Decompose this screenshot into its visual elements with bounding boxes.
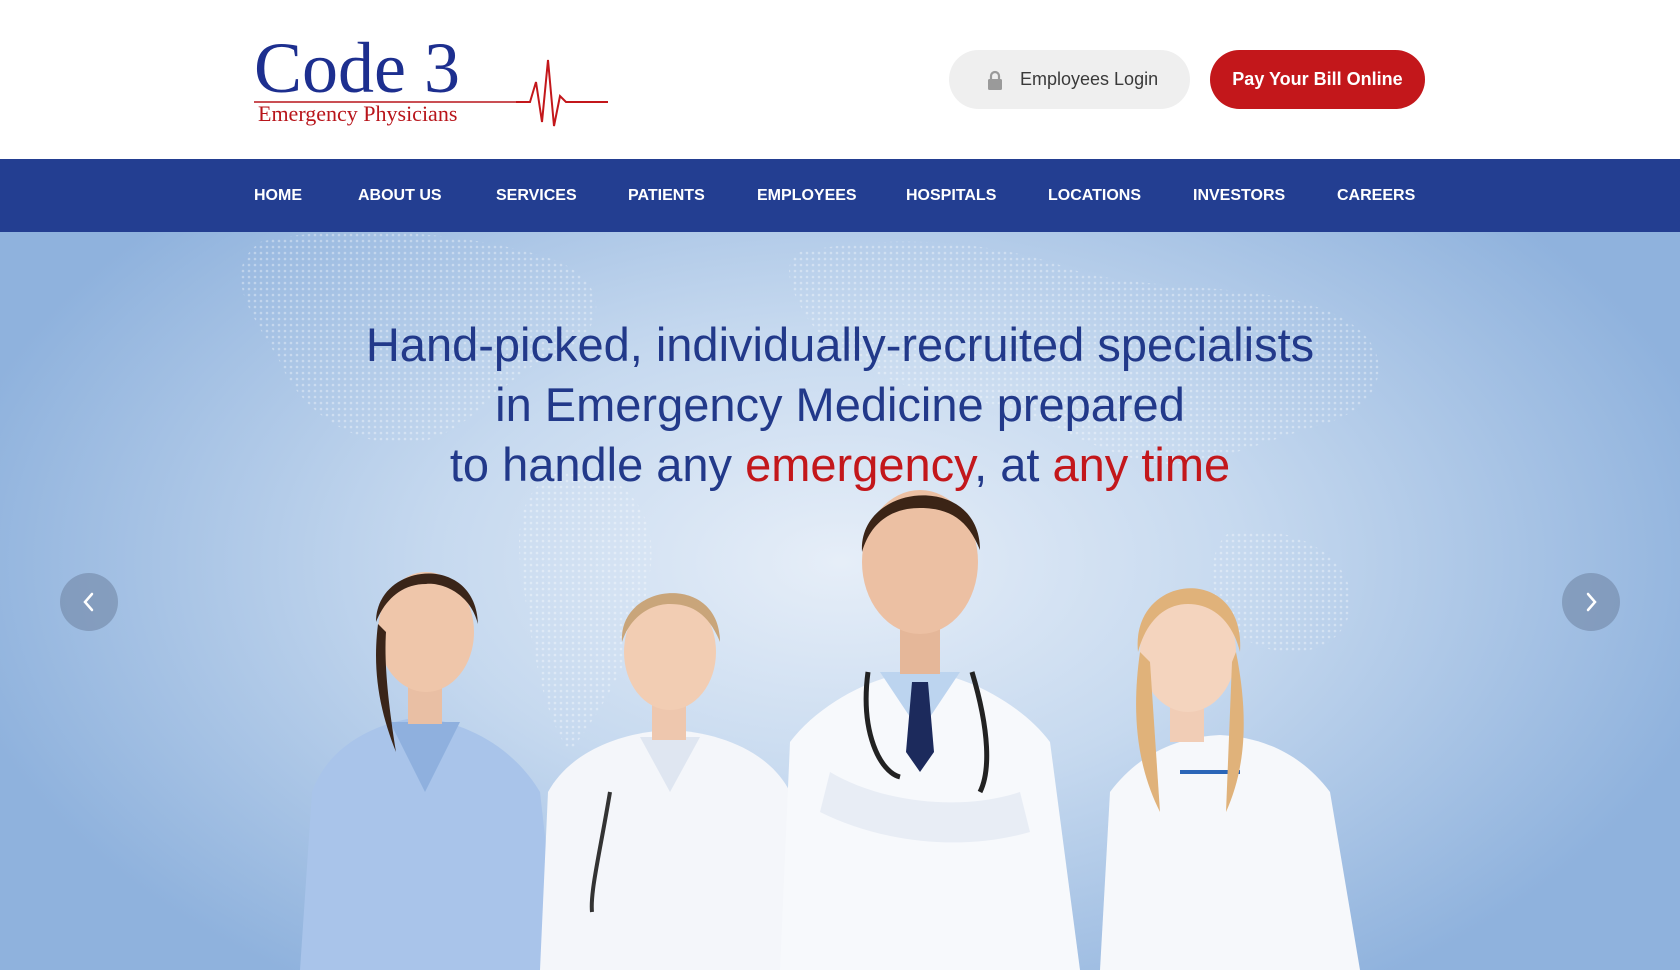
nav-item-about-us[interactable]: ABOUT US	[358, 159, 442, 232]
pay-bill-online-button[interactable]: Pay Your Bill Online	[1210, 50, 1425, 109]
nav-item-careers[interactable]: CAREERS	[1337, 159, 1415, 232]
doctor-figure	[1100, 588, 1360, 970]
nav-item-investors[interactable]: INVESTORS	[1193, 159, 1285, 232]
employees-login-button[interactable]: Employees Login	[949, 50, 1190, 109]
nav-item-services[interactable]: SERVICES	[496, 159, 577, 232]
nav-item-locations[interactable]: LOCATIONS	[1048, 159, 1141, 232]
four-doctors-photo	[300, 490, 1360, 970]
heartbeat-line-icon	[516, 59, 608, 127]
doctor-figure	[300, 572, 560, 970]
slider-prev-button[interactable]	[60, 573, 118, 631]
slider-next-button[interactable]	[1562, 573, 1620, 631]
chevron-left-icon	[83, 592, 94, 612]
lock-icon	[988, 70, 1002, 90]
nav-item-home[interactable]: HOME	[254, 159, 302, 232]
hero-slider: Hand-picked, individually-recruited spec…	[0, 232, 1680, 970]
site-header: Code 3 Emergency Physicians Employees Lo…	[0, 0, 1680, 159]
logo-wordmark: Code 3	[254, 30, 460, 108]
doctor-figure	[780, 490, 1080, 970]
chevron-right-icon	[1586, 592, 1597, 612]
main-nav: HOME ABOUT US SERVICES PATIENTS EMPLOYEE…	[0, 159, 1680, 232]
logo-graphic: Code 3 Emergency Physicians	[254, 28, 608, 127]
code3-logo[interactable]: Code 3 Emergency Physicians	[254, 28, 614, 130]
nav-item-hospitals[interactable]: HOSPITALS	[906, 159, 996, 232]
logo-tagline: Emergency Physicians	[258, 101, 457, 126]
employees-login-label: Employees Login	[1020, 69, 1159, 89]
pay-bill-label: Pay Your Bill Online	[1232, 69, 1403, 89]
nav-item-patients[interactable]: PATIENTS	[628, 159, 705, 232]
nav-item-employees[interactable]: EMPLOYEES	[757, 159, 857, 232]
doctor-figure	[540, 593, 800, 970]
